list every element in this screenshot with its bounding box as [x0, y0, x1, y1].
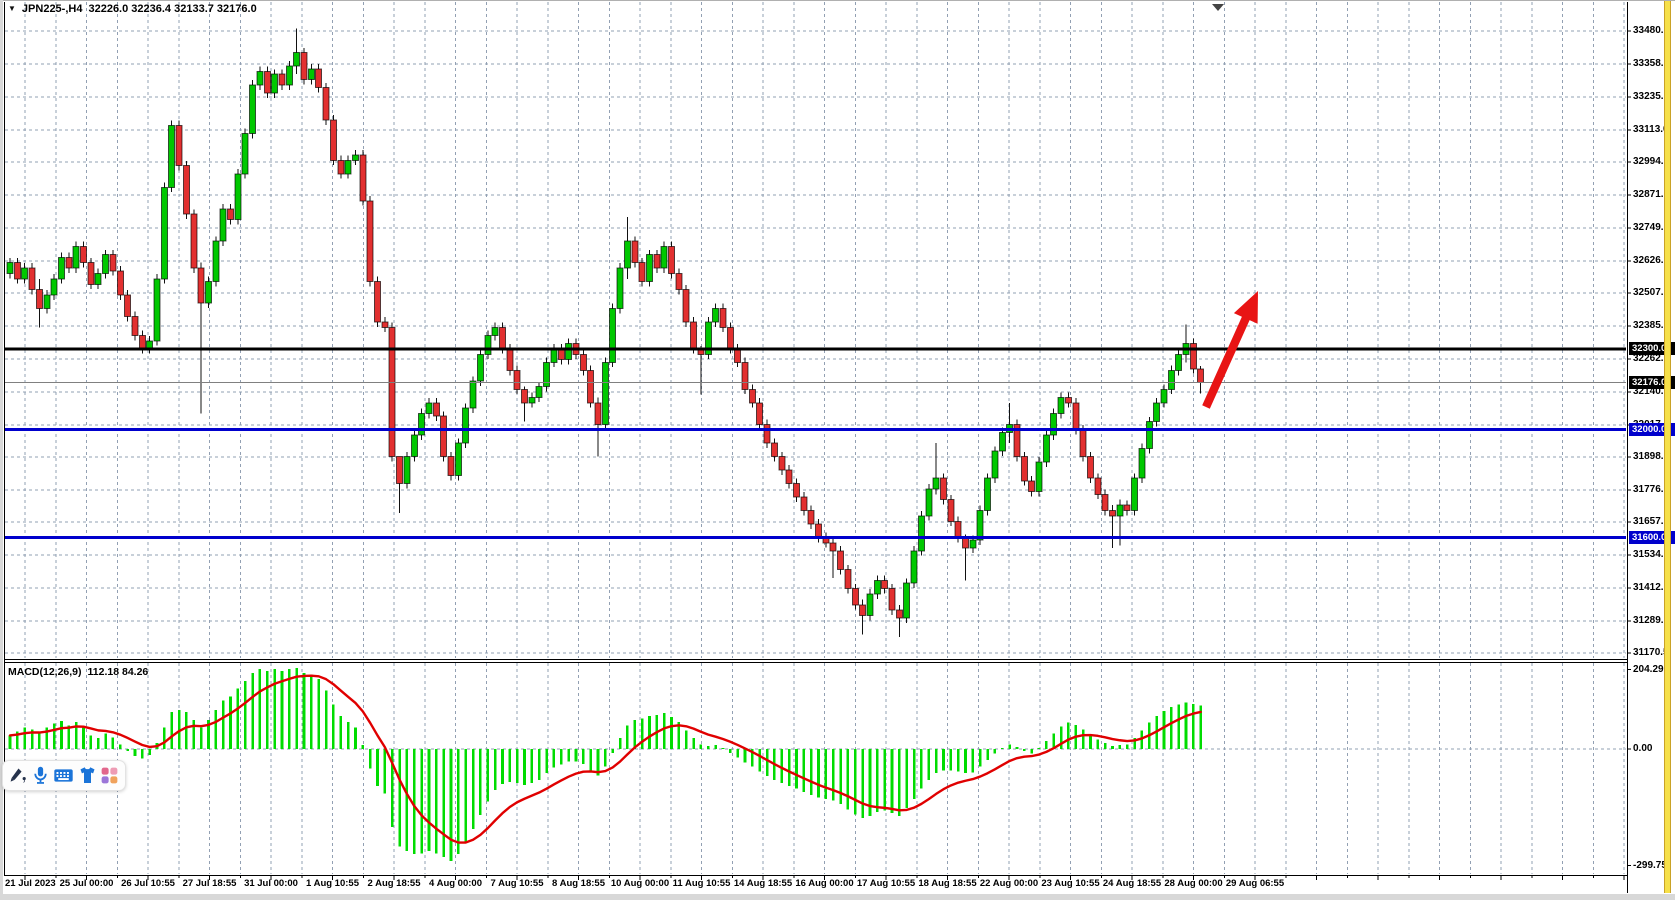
grid-layer — [5, 2, 1626, 874]
time-axis-label: 2 Aug 18:55 — [368, 878, 421, 889]
macd-histogram — [10, 668, 1201, 861]
macd-name: MACD(12,26,9) — [8, 666, 82, 678]
pen-input-icon[interactable] — [8, 765, 29, 786]
time-axis-label: 16 Aug 00:00 — [795, 878, 853, 889]
time-axis-label: 18 Aug 18:55 — [918, 878, 976, 889]
time-axis-label: 26 Jul 10:55 — [121, 878, 175, 889]
time-axis-label: 7 Aug 10:55 — [491, 878, 544, 889]
time-axis-label: 31 Jul 00:00 — [244, 878, 298, 889]
time-axis-label: 29 Aug 06:55 — [1226, 878, 1284, 889]
microphone-icon[interactable] — [30, 765, 51, 786]
time-axis-label: 10 Aug 00:00 — [611, 878, 669, 889]
symbol-dropdown-icon[interactable]: ▼ — [8, 4, 16, 14]
time-axis-label: 23 Aug 10:55 — [1041, 878, 1099, 889]
time-axis-label: 8 Aug 18:55 — [552, 878, 605, 889]
time-axis-label: 22 Aug 00:00 — [980, 878, 1038, 889]
candlesticks-layer — [7, 28, 1204, 637]
time-axis-label: 27 Jul 18:55 — [183, 878, 237, 889]
chart-shift-marker — [1212, 4, 1224, 11]
floating-icon-toolbar — [2, 760, 126, 791]
time-axis-label: 21 Jul 2023 — [5, 878, 56, 889]
symbol-title: JPN225-,H4 — [22, 3, 83, 15]
title-ohlc-values: 32226.0 32236.4 32133.7 32176.0 — [88, 3, 256, 15]
chart-canvas[interactable] — [0, 0, 1675, 900]
time-axis-label: 14 Aug 18:55 — [734, 878, 792, 889]
chart-window: ▼ JPN225-,H4 32226.0 32236.4 32133.7 321… — [0, 0, 1675, 900]
yellow-stripe — [1664, 1, 1671, 893]
apps-grid-icon[interactable] — [99, 765, 120, 786]
time-axis-label: 28 Aug 00:00 — [1164, 878, 1222, 889]
macd-values: 112.18 84.26 — [88, 666, 149, 678]
time-axis-label: 24 Aug 18:55 — [1103, 878, 1161, 889]
touch-keyboard-icon[interactable] — [52, 765, 75, 786]
time-axis-label: 25 Jul 00:00 — [60, 878, 114, 889]
time-axis-label: 4 Aug 00:00 — [429, 878, 482, 889]
chart-title-bar: ▼ JPN225-,H4 32226.0 32236.4 32133.7 321… — [8, 3, 257, 15]
macd-indicator-label: MACD(12,26,9) 112.18 84.26 — [8, 666, 148, 678]
tshirt-icon[interactable] — [77, 765, 98, 786]
bottom-window-margin — [0, 894, 1675, 900]
time-axis-label: 17 Aug 10:55 — [857, 878, 915, 889]
time-axis-label: 11 Aug 10:55 — [673, 878, 731, 889]
time-axis-label: 1 Aug 10:55 — [306, 878, 359, 889]
